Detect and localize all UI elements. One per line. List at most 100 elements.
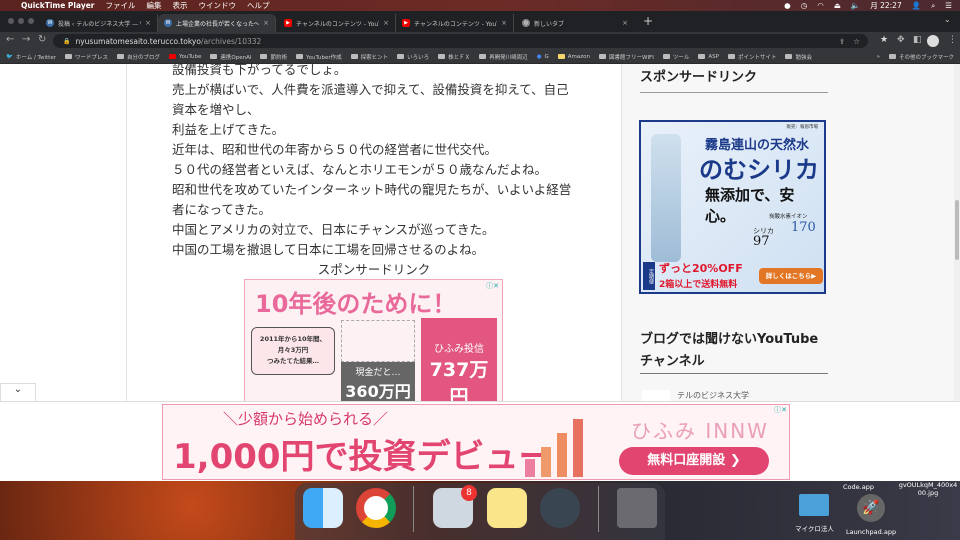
bookmark-item[interactable]: YouTube <box>169 54 201 60</box>
bookmark-item[interactable]: 勉強会 <box>785 53 812 61</box>
close-icon[interactable]: × <box>622 19 628 27</box>
dock <box>295 483 665 540</box>
record-icon[interactable]: ● <box>784 1 791 10</box>
menu-icon[interactable]: ⋮ <box>948 35 957 45</box>
sidebar-sponsor-title: スポンサードリンク <box>640 70 758 85</box>
forward-icon[interactable]: → <box>22 34 30 45</box>
bookmark-item[interactable]: ワードプレス <box>64 53 108 61</box>
clock[interactable]: 月 22:27 <box>870 0 902 11</box>
launchpad-icon[interactable]: 🚀 <box>857 494 885 522</box>
bookmark-item[interactable]: 🐦 ホーム / Twitter <box>6 53 56 61</box>
bookmark-item[interactable]: いろいろ <box>397 53 429 61</box>
bookmark-item[interactable]: ● G <box>537 54 549 60</box>
reload-icon[interactable]: ↻ <box>38 34 46 45</box>
article-line: 利益を上げてきた。 <box>172 122 285 137</box>
dock-divider <box>598 486 599 532</box>
close-icon[interactable]: × <box>501 19 507 27</box>
tab[interactable]: W 投稿 ‹ テルのビジネス大学 — WordPress × <box>40 14 158 32</box>
ad-nomusilica-banner[interactable]: 販売：報恩市場 霧島連山の天然水 のむシリカ 無添加で、安心。 炭酸水素イオン … <box>639 120 826 294</box>
trash-icon[interactable] <box>617 488 657 528</box>
twitter-icon: 🐦 <box>6 53 13 60</box>
bookmark-item[interactable]: Amazon <box>557 54 590 60</box>
avatar[interactable] <box>927 35 939 47</box>
ad-cta-button[interactable]: 詳しくはこちら▶ <box>759 268 823 284</box>
menu-help[interactable]: ヘルプ <box>247 0 270 11</box>
scrollbar-thumb[interactable] <box>955 200 959 260</box>
desktop-launchpad-label[interactable]: Launchpad.app <box>846 528 896 536</box>
time-machine-icon[interactable]: ◷ <box>801 1 808 10</box>
wordpress-icon: W <box>164 19 172 27</box>
bookmark-item[interactable]: 図書館フリーWIFI <box>599 53 654 61</box>
bookmark-item[interactable]: YouTuber作成 <box>295 53 342 61</box>
tab-title: チャンネルのコンテンツ - YouTube Studio <box>296 20 379 28</box>
star-icon[interactable]: ★ <box>880 35 888 45</box>
bookmark-item[interactable]: ASP <box>698 54 719 60</box>
menu-window[interactable]: ウインドウ <box>199 0 237 11</box>
folder-icon <box>117 54 124 59</box>
finder-icon[interactable] <box>303 488 343 528</box>
bookmark-label: 再開発川崎周辺 <box>489 54 528 61</box>
ad-cash-bar: 現金だと… 360万円 <box>341 362 415 405</box>
tab[interactable]: ▶ チャンネルのコンテンツ - YouTube Studio × <box>396 14 514 32</box>
desktop-folder-label[interactable]: マイクロ法人 <box>795 523 834 533</box>
folder-icon[interactable] <box>799 494 829 516</box>
quicktime-icon[interactable] <box>540 488 580 528</box>
bookmark-item[interactable]: ポイントサイト <box>727 53 776 61</box>
bookmark-item[interactable]: 自分のブログ <box>117 53 160 61</box>
side-panel-icon[interactable]: ◧ <box>913 35 922 45</box>
close-icon[interactable]: × <box>145 19 151 27</box>
notes-icon[interactable] <box>487 488 527 528</box>
back-icon[interactable]: ← <box>6 34 14 45</box>
eject-icon[interactable]: ⏏ <box>834 1 841 10</box>
menu-edit[interactable]: 編集 <box>147 0 162 11</box>
bubble-line: 月々3万円 <box>277 346 309 354</box>
control-center-icon[interactable]: ☰ <box>945 1 952 10</box>
ad-info-icon[interactable]: ⓘ✕ <box>774 405 787 415</box>
window-controls[interactable] <box>8 18 34 24</box>
bookmark-item[interactable]: 再開発川崎周辺 <box>479 53 528 61</box>
volume-icon[interactable]: 🔈 <box>851 1 860 10</box>
collapse-ad-chevron-icon[interactable]: ⌄ <box>0 383 36 401</box>
share-icon[interactable]: ⇪ <box>839 37 845 46</box>
divider <box>640 373 828 374</box>
desktop-file-jpg[interactable]: gvOULkqM_400x400.jpg <box>898 481 958 497</box>
amazon-icon <box>557 54 565 59</box>
ad-info-icon[interactable]: ⓘ✕ <box>486 281 499 291</box>
cash-value: 360万円 <box>345 382 411 401</box>
bookmark-label: 株とＦＸ <box>448 54 471 61</box>
tab-search-chevron-icon[interactable]: ⌄ <box>944 15 951 24</box>
channel-name[interactable]: テルのビジネス大学 <box>677 390 749 401</box>
bookmark-star-icon[interactable]: ☆ <box>853 37 860 46</box>
menu-app-name[interactable]: QuickTime Player <box>21 1 95 10</box>
ad-open-account-button[interactable]: 無料口座開設 ❯ <box>619 447 769 475</box>
bookmark-item[interactable]: 連携OpenAI <box>210 53 251 61</box>
ad-hifumi-banner[interactable]: 10年後のために！ ⓘ✕ 2011年から10年間、 月々3万円 つみたてた結果… 現… <box>244 279 503 408</box>
menu-view[interactable]: 表示 <box>173 0 188 11</box>
menu-file[interactable]: ファイル <box>106 0 136 11</box>
close-icon[interactable]: × <box>383 19 389 27</box>
bookmarks-more[interactable]: » <box>877 54 880 60</box>
bookmark-item[interactable]: 株とＦＸ <box>438 53 470 61</box>
youtube-icon <box>169 54 177 59</box>
bookmark-item[interactable]: 探索ヒント <box>350 53 388 61</box>
url-path: /archives/10332 <box>200 36 262 46</box>
chrome-icon[interactable] <box>356 488 396 528</box>
tab-title: 新しいタブ <box>534 20 565 28</box>
ad-hifumi-bottom-banner[interactable]: ＼少額から始められる／ 1,000円で投資デビュー ひふみ INNW 無料口座開… <box>162 404 790 480</box>
address-bar[interactable]: 🔒 nyusumatomesaito.terucco.tokyo/archives… <box>53 34 868 48</box>
user-icon[interactable]: 👤 <box>912 1 921 10</box>
bookmark-item[interactable]: ツール <box>662 53 689 61</box>
close-icon[interactable]: × <box>263 19 269 27</box>
spotlight-icon[interactable]: ⌕ <box>931 1 935 11</box>
tab[interactable]: ▶ チャンネルのコンテンツ - YouTube Studio × <box>278 14 396 32</box>
new-tab-button[interactable]: + <box>643 14 653 28</box>
extensions-icon[interactable]: ✥ <box>897 35 905 45</box>
desktop-file-code[interactable]: Code.app <box>843 483 874 491</box>
dock-divider <box>413 486 414 532</box>
bookmark-item[interactable]: 節約術 <box>260 53 287 61</box>
other-bookmarks[interactable]: その他のブックマーク <box>888 53 954 61</box>
wifi-icon[interactable]: ◠ <box>817 1 824 10</box>
tab[interactable]: ◎ 新しいタブ × <box>516 14 634 32</box>
tab-active[interactable]: W 上場企業の社長が若くなった〜今こそ× <box>158 14 276 32</box>
folder-icon <box>64 54 72 59</box>
